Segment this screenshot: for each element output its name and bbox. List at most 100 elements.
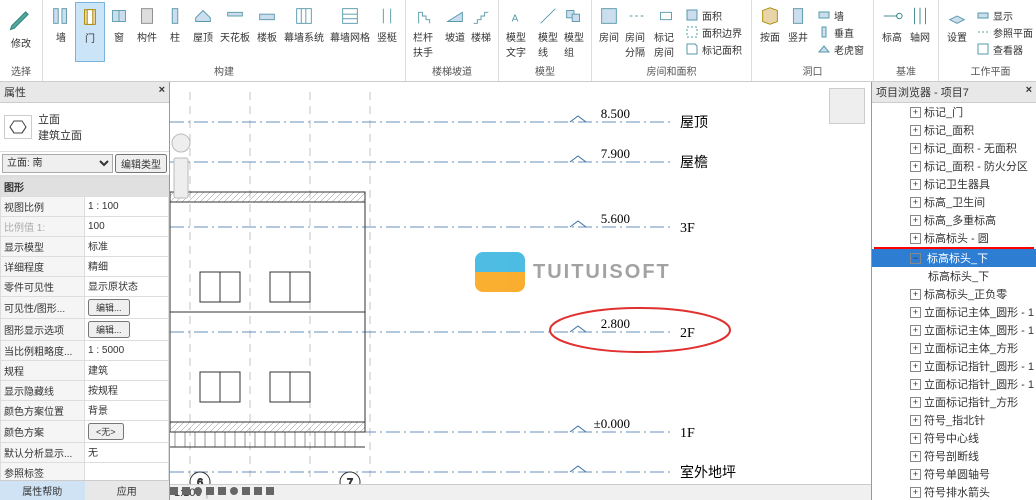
expand-icon[interactable]: + bbox=[910, 179, 921, 190]
model-group-label: 模型 bbox=[503, 62, 587, 79]
expand-icon[interactable]: + bbox=[910, 197, 921, 208]
stair-1-button[interactable]: 坡道 bbox=[442, 2, 468, 62]
expand-icon[interactable]: + bbox=[910, 107, 921, 118]
navigation-bar[interactable] bbox=[170, 132, 192, 202]
tree-node[interactable]: +符号_指北针 bbox=[872, 411, 1036, 429]
expand-icon[interactable]: + bbox=[910, 289, 921, 300]
close-browser-icon[interactable]: × bbox=[1026, 84, 1032, 100]
expand-icon[interactable]: + bbox=[910, 487, 921, 498]
properties-panel: 属性× 立面建筑立面 立面: 南 编辑类型 图形视图比例比例值 1:显示模型详细… bbox=[0, 82, 170, 500]
expand-icon[interactable]: + bbox=[910, 233, 921, 244]
grid-button[interactable]: 轴网 bbox=[906, 2, 934, 62]
expand-icon[interactable]: + bbox=[910, 325, 921, 336]
build-4-button[interactable]: 柱 bbox=[161, 2, 189, 62]
expand-icon[interactable]: + bbox=[910, 451, 921, 462]
expand-icon[interactable]: + bbox=[910, 397, 921, 408]
model-2-button[interactable]: 模型组 bbox=[561, 2, 587, 62]
room-button[interactable]: 房间 bbox=[596, 2, 622, 62]
svg-text:室外地坪: 室外地坪 bbox=[680, 464, 736, 481]
view-control-bar[interactable]: 1:100 | bbox=[170, 484, 871, 500]
tree-node[interactable]: +标记_面积 bbox=[872, 121, 1036, 139]
expand-icon[interactable]: + bbox=[910, 433, 921, 444]
modify-button[interactable]: 修改 bbox=[4, 2, 38, 62]
expand-icon[interactable]: + bbox=[910, 161, 921, 172]
wall-opening-button[interactable]: 墙 bbox=[816, 7, 865, 24]
ref-plane-button[interactable]: 参照平面 bbox=[975, 24, 1034, 41]
ribbon: 修改 选择 墙门窗构件柱屋顶天花板楼板幕墙系统幕墙网格竖梃 构建 栏杆扶手坡道楼… bbox=[0, 0, 1036, 82]
viewer-button[interactable]: 查看器 bbox=[975, 41, 1034, 58]
byface-button[interactable]: 按面 bbox=[756, 2, 784, 62]
tree-node[interactable]: 标高标头_下 bbox=[872, 267, 1036, 285]
properties-help-link[interactable]: 属性帮助 bbox=[0, 481, 85, 500]
tree-node[interactable]: +标记_面积 - 无面积 bbox=[872, 139, 1036, 157]
tree-node[interactable]: +标高_卫生间 bbox=[872, 193, 1036, 211]
tree-node[interactable]: +立面标记指针_圆形 - 1 bbox=[872, 357, 1036, 375]
vertical-opening-button[interactable]: 垂直 bbox=[816, 24, 865, 41]
expand-icon[interactable]: + bbox=[910, 361, 921, 372]
tree-node[interactable]: +标记_门 bbox=[872, 103, 1036, 121]
tree-node[interactable]: +符号排水箭头 bbox=[872, 483, 1036, 500]
tree-node[interactable]: +立面标记指针_方形 bbox=[872, 393, 1036, 411]
dormer-button[interactable]: 老虎窗 bbox=[816, 41, 865, 58]
tree-node[interactable]: +立面标记主体_圆形 - 1 bbox=[872, 321, 1036, 339]
shaft-button[interactable]: 竖井 bbox=[784, 2, 812, 62]
tag-area-button[interactable]: 标记面积 bbox=[684, 41, 743, 58]
tree-node[interactable]: +立面标记指针_圆形 - 1 bbox=[872, 375, 1036, 393]
build-2-button[interactable]: 窗 bbox=[105, 2, 133, 62]
tree-node[interactable]: −标高标头_下 bbox=[872, 249, 1036, 267]
area-boundary-button[interactable]: 面积边界 bbox=[684, 24, 743, 41]
apply-button[interactable]: 应用 bbox=[85, 481, 170, 500]
build-8-button[interactable]: 幕墙系统 bbox=[281, 2, 327, 62]
view-select[interactable]: 立面: 南 bbox=[2, 154, 113, 173]
room-separator-button[interactable]: 房间分隔 bbox=[622, 2, 651, 62]
svg-text:屋顶: 屋顶 bbox=[680, 116, 708, 131]
tree-node[interactable]: +符号中心线 bbox=[872, 429, 1036, 447]
level-button[interactable]: 标高 bbox=[878, 2, 906, 62]
set-workplane-button[interactable]: 设置 bbox=[943, 2, 971, 62]
tree-node[interactable]: +立面标记主体_方形 bbox=[872, 339, 1036, 357]
tree-node[interactable]: +立面标记主体_圆形 - 1 bbox=[872, 303, 1036, 321]
tree-node[interactable]: +符号单圆轴号 bbox=[872, 465, 1036, 483]
show-workplane-button[interactable]: 显示 bbox=[975, 7, 1034, 24]
build-7-button[interactable]: 楼板 bbox=[253, 2, 281, 62]
tree-node[interactable]: +符号剖断线 bbox=[872, 447, 1036, 465]
tree-node[interactable]: +标高标头_正负零 bbox=[872, 285, 1036, 303]
family-name: 立面 bbox=[38, 111, 165, 127]
room-group-label: 房间和面积 bbox=[596, 62, 747, 79]
view-control-icons[interactable] bbox=[170, 485, 290, 497]
build-10-button[interactable]: 竖梃 bbox=[373, 2, 401, 62]
build-6-button[interactable]: 天花板 bbox=[217, 2, 253, 62]
tree-node[interactable]: +标高_多重标高 bbox=[872, 211, 1036, 229]
expand-icon[interactable]: + bbox=[910, 143, 921, 154]
build-0-button[interactable]: 墙 bbox=[47, 2, 75, 62]
area-button[interactable]: 面积 bbox=[684, 7, 743, 24]
tree-node[interactable]: +标记卫生器具 bbox=[872, 175, 1036, 193]
svg-text:1F: 1F bbox=[680, 426, 695, 441]
model-0-button[interactable]: A模型文字 bbox=[503, 2, 535, 62]
expand-icon[interactable]: + bbox=[910, 125, 921, 136]
type-selector[interactable]: 立面建筑立面 bbox=[0, 103, 169, 152]
svg-text:7: 7 bbox=[347, 477, 353, 484]
tag-room-button[interactable]: 标记房间 bbox=[651, 2, 680, 62]
build-9-button[interactable]: 幕墙网格 bbox=[327, 2, 373, 62]
model-1-button[interactable]: 模型线 bbox=[535, 2, 561, 62]
expand-icon[interactable]: + bbox=[910, 379, 921, 390]
stair-0-button[interactable]: 栏杆扶手 bbox=[410, 2, 442, 62]
drawing-canvas[interactable]: 8.500屋顶7.900屋檐5.6003F2.8002F±0.0001F室外地坪… bbox=[170, 82, 871, 500]
close-properties-icon[interactable]: × bbox=[159, 84, 165, 100]
build-5-button[interactable]: 屋顶 bbox=[189, 2, 217, 62]
build-3-button[interactable]: 构件 bbox=[133, 2, 161, 62]
svg-text:7.900: 7.900 bbox=[601, 146, 630, 161]
view-cube[interactable] bbox=[829, 88, 865, 124]
stair-2-button[interactable]: 楼梯 bbox=[468, 2, 494, 62]
edit-type-button[interactable]: 编辑类型 bbox=[115, 154, 167, 173]
expand-icon[interactable]: + bbox=[910, 307, 921, 318]
expand-icon[interactable]: + bbox=[910, 469, 921, 480]
expand-icon[interactable]: + bbox=[910, 343, 921, 354]
tree-node[interactable]: +标记_面积 - 防火分区 bbox=[872, 157, 1036, 175]
expand-icon[interactable]: − bbox=[910, 253, 921, 264]
expand-icon[interactable]: + bbox=[910, 215, 921, 226]
tree-node[interactable]: +标高标头 - 圆 bbox=[872, 229, 1036, 247]
expand-icon[interactable]: + bbox=[910, 415, 921, 426]
build-1-button[interactable]: 门 bbox=[75, 2, 105, 62]
